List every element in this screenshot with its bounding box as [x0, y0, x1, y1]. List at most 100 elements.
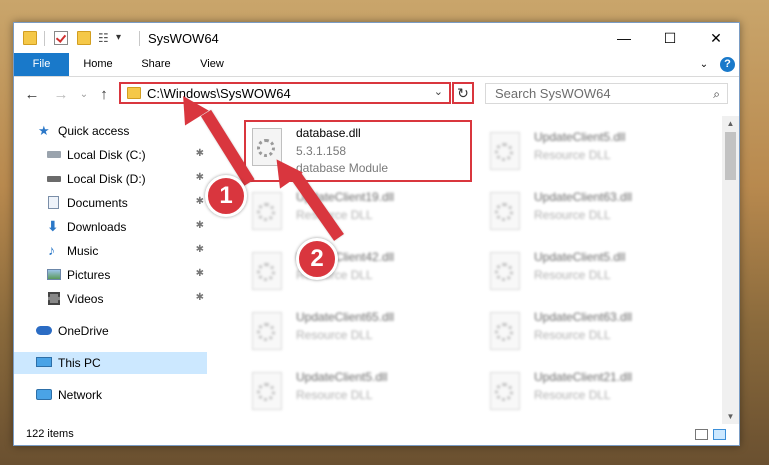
sidebar-item-label: Local Disk (C:) [67, 148, 146, 162]
sidebar-item-local-disk-c[interactable]: Local Disk (C:) ✱ [14, 144, 207, 166]
dll-file-icon [490, 252, 520, 290]
sidebar-item-label: Local Disk (D:) [67, 172, 146, 186]
gear-icon [257, 323, 275, 341]
sidebar-item-label: Downloads [67, 220, 127, 234]
refresh-button[interactable]: ↻ [452, 82, 474, 104]
address-path[interactable]: C:\Windows\SysWOW64 [147, 86, 291, 101]
tab-share[interactable]: Share [132, 53, 180, 76]
documents-icon [48, 196, 59, 209]
file-name: UpdateClient5.dll [296, 370, 388, 384]
tab-file[interactable]: File [14, 53, 69, 76]
pin-icon: ✱ [195, 172, 204, 183]
search-input[interactable]: Search SysWOW64 ⌕ [485, 83, 728, 104]
file-description: Resource DLL [534, 268, 611, 282]
gear-icon [495, 263, 513, 281]
minimize-button[interactable]: — [601, 23, 647, 53]
tiles-view-icon[interactable] [713, 429, 726, 440]
dll-file-icon [252, 252, 282, 290]
up-button[interactable]: ↑ [94, 85, 114, 105]
file-item[interactable]: UpdateClient21.dll Resource DLL [484, 366, 712, 422]
file-name: UpdateClient5.dll [534, 130, 626, 144]
scroll-up-icon[interactable]: ▲ [722, 116, 739, 131]
sidebar-item-label: Quick access [58, 124, 130, 138]
folder-icon [23, 31, 37, 45]
sidebar-item-videos[interactable]: Videos ✱ [14, 288, 207, 310]
sidebar-item-label: Network [58, 388, 103, 402]
gear-icon [495, 143, 513, 161]
gear-icon [257, 263, 275, 281]
sidebar-item-this-pc[interactable]: This PC [14, 352, 207, 374]
ribbon-tabs: File Home Share View ⌄ ? [14, 53, 739, 77]
sidebar-item-onedrive[interactable]: OneDrive [14, 320, 207, 342]
cloud-icon [36, 326, 52, 335]
close-button[interactable]: ✕ [693, 23, 739, 53]
maximize-button[interactable]: ☐ [647, 23, 693, 53]
sidebar-item-local-disk-d[interactable]: Local Disk (D:) ✱ [14, 168, 207, 190]
scroll-down-icon[interactable]: ▼ [722, 409, 739, 424]
file-item[interactable]: UpdateClient5.dll Resource DLL [484, 246, 712, 302]
file-name: UpdateClient63.dll [534, 310, 633, 324]
new-folder-icon[interactable] [77, 31, 91, 45]
divider [44, 31, 45, 46]
file-item[interactable]: UpdateClient42.dll Resource DLL [246, 246, 474, 302]
dll-file-icon [490, 192, 520, 230]
sidebar-item-network[interactable]: Network [14, 384, 207, 406]
tab-home[interactable]: Home [74, 53, 122, 76]
gear-icon [257, 383, 275, 401]
drive-icon [47, 151, 61, 158]
search-icon[interactable]: ⌕ [713, 87, 720, 102]
back-button[interactable]: ← [22, 85, 42, 105]
customize-quick-access-icon[interactable]: ☷ [98, 31, 112, 45]
properties-icon[interactable] [54, 31, 68, 45]
sidebar-item-quick-access[interactable]: ★ Quick access [14, 120, 207, 142]
pin-icon: ✱ [195, 268, 204, 279]
file-name: UpdateClient21.dll [534, 370, 633, 384]
divider [139, 31, 140, 46]
file-name: UpdateClient65.dll [296, 310, 395, 324]
dll-file-icon [490, 312, 520, 350]
pin-icon: ✱ [195, 196, 204, 207]
sidebar-item-downloads[interactable]: ⬇ Downloads ✱ [14, 216, 207, 238]
recent-locations-icon[interactable]: ⌄ [74, 85, 94, 105]
status-bar: 122 items [14, 424, 739, 445]
file-item[interactable]: UpdateClient65.dll Resource DLL [246, 306, 474, 362]
sidebar-item-label: OneDrive [58, 324, 109, 338]
navigation-pane: ★ Quick access Local Disk (C:) ✱ Local D… [14, 116, 207, 424]
help-button[interactable]: ? [720, 57, 735, 72]
file-description: Resource DLL [534, 208, 611, 222]
file-item[interactable]: UpdateClient19.dll Resource DLL [246, 186, 474, 242]
file-description: Resource DLL [534, 328, 611, 342]
scroll-thumb[interactable] [725, 132, 736, 180]
file-description: Resource DLL [296, 328, 373, 342]
expand-ribbon-icon[interactable]: ⌄ [697, 53, 711, 76]
annotation-badge-2: 2 [296, 238, 338, 280]
gear-icon [495, 383, 513, 401]
file-item[interactable]: UpdateClient5.dll Resource DLL [484, 126, 712, 182]
tab-view[interactable]: View [188, 53, 236, 76]
dll-file-icon [252, 372, 282, 410]
annotation-badge-1: 1 [205, 175, 247, 217]
dll-file-icon [490, 372, 520, 410]
music-icon: ♪ [48, 242, 55, 258]
forward-button[interactable]: → [51, 85, 71, 105]
sidebar-item-pictures[interactable]: Pictures ✱ [14, 264, 207, 286]
chevron-down-icon[interactable]: ▾ [116, 31, 130, 45]
pin-icon: ✱ [195, 220, 204, 231]
videos-icon [48, 292, 60, 305]
sidebar-item-label: Pictures [67, 268, 111, 282]
gear-icon [495, 323, 513, 341]
file-item[interactable]: UpdateClient63.dll Resource DLL [484, 306, 712, 362]
vertical-scrollbar[interactable]: ▲ ▼ [722, 116, 739, 424]
sidebar-item-label: This PC [58, 356, 101, 370]
sidebar-item-documents[interactable]: Documents ✱ [14, 192, 207, 214]
sidebar-item-music[interactable]: ♪ Music ✱ [14, 240, 207, 262]
chevron-down-icon[interactable]: ⌄ [434, 85, 443, 98]
file-name: UpdateClient63.dll [534, 190, 633, 204]
dll-file-icon [490, 132, 520, 170]
pictures-icon [47, 269, 61, 280]
address-bar[interactable]: C:\Windows\SysWOW64 ⌄ [119, 82, 451, 104]
details-view-icon[interactable] [695, 429, 708, 440]
computer-icon [36, 357, 52, 367]
file-item[interactable]: UpdateClient5.dll Resource DLL [246, 366, 474, 422]
file-item[interactable]: UpdateClient63.dll Resource DLL [484, 186, 712, 242]
